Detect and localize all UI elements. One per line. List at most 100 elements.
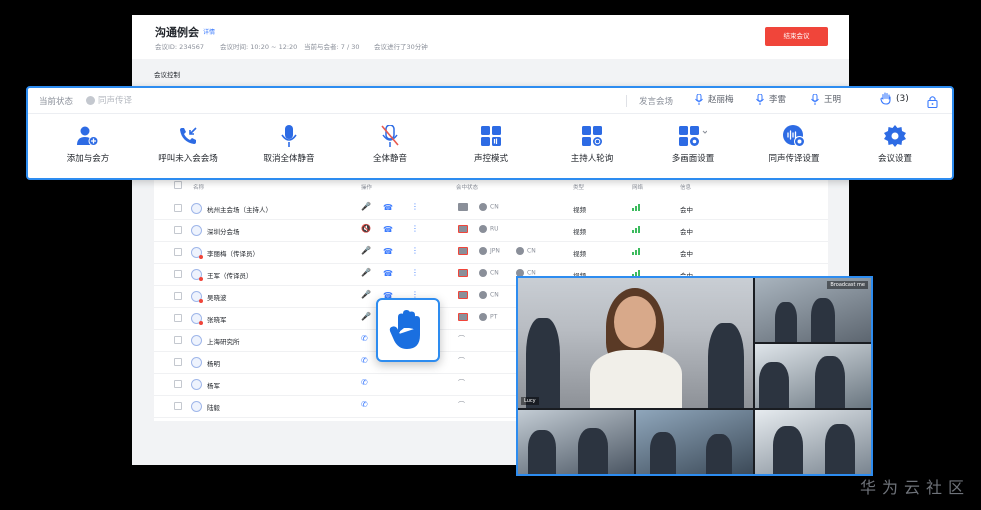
unmute-all-button[interactable]: 取消全体静音 bbox=[239, 124, 339, 170]
participant-name: 李丽梅（传译员） bbox=[207, 250, 259, 258]
participant bbox=[528, 430, 556, 474]
globe-icon bbox=[479, 313, 487, 321]
hangup-icon[interactable]: ☎ bbox=[383, 225, 393, 234]
table-row[interactable]: 深圳分会场 🔇 ☎ ⋮ RU 视频 会中 bbox=[154, 220, 828, 242]
row-checkbox[interactable] bbox=[174, 204, 182, 212]
more-icon[interactable]: ⋮ bbox=[411, 246, 419, 255]
language-tag: CN bbox=[479, 269, 499, 277]
hangup-icon: ⌒ bbox=[458, 401, 465, 409]
call-icon[interactable]: ✆ bbox=[361, 378, 368, 387]
language-tag: CN bbox=[479, 291, 499, 299]
voice-control-icon bbox=[441, 124, 541, 148]
table-row[interactable]: 杭州主会场（主持人） 🎤 ☎ ⋮ CN 视频 会中 bbox=[154, 198, 828, 220]
interpretation-settings-button[interactable]: 同声传译设置 bbox=[744, 124, 844, 170]
microphone-icon bbox=[756, 93, 764, 105]
call-icon[interactable]: ✆ bbox=[361, 356, 368, 365]
avatar bbox=[191, 335, 202, 346]
lock-icon[interactable] bbox=[927, 93, 938, 112]
globe-icon bbox=[479, 269, 487, 277]
select-all-checkbox[interactable] bbox=[174, 181, 182, 189]
row-checkbox[interactable] bbox=[174, 336, 182, 344]
avatar bbox=[191, 225, 202, 236]
video-tile[interactable] bbox=[755, 344, 871, 408]
control-label: 取消全体静音 bbox=[263, 154, 315, 164]
call-icon[interactable]: ✆ bbox=[361, 334, 368, 343]
elapsed-time: 会议进行了30分钟 bbox=[374, 43, 428, 51]
raise-hand-icon bbox=[389, 310, 420, 349]
participant-name: 上海研究所 bbox=[207, 338, 240, 346]
globe-icon bbox=[86, 96, 95, 105]
add-participant-button[interactable]: 添加与会方 bbox=[38, 124, 138, 170]
language-code: CN bbox=[527, 247, 536, 255]
row-checkbox[interactable] bbox=[174, 358, 182, 366]
more-icon[interactable]: ⋮ bbox=[411, 202, 419, 211]
interpretation-icon bbox=[744, 124, 844, 148]
language-tag: PT bbox=[479, 313, 497, 321]
language-code: RU bbox=[490, 225, 499, 233]
language-tag: CN bbox=[516, 247, 536, 255]
speaker-item: 李雷 bbox=[756, 93, 786, 105]
call-icon[interactable]: ✆ bbox=[361, 400, 368, 409]
microphone-icon[interactable]: 🎤 bbox=[361, 246, 371, 255]
more-icon[interactable]: ⋮ bbox=[411, 268, 419, 277]
row-checkbox[interactable] bbox=[174, 270, 182, 278]
participant bbox=[825, 424, 855, 474]
participant-name: 张晓军 bbox=[207, 316, 227, 324]
avatar bbox=[191, 379, 202, 390]
hangup-icon[interactable]: ☎ bbox=[383, 247, 393, 256]
end-meeting-button[interactable]: 结束会议 bbox=[765, 27, 828, 46]
microphone-icon[interactable]: 🎤 bbox=[361, 312, 371, 321]
participant-name-label: Lucy bbox=[521, 397, 539, 405]
row-checkbox[interactable] bbox=[174, 380, 182, 388]
participant-name: 陆毅 bbox=[207, 404, 220, 412]
language-code: CN bbox=[490, 269, 499, 277]
microphone-icon[interactable]: 🎤 bbox=[361, 268, 371, 277]
column-header[interactable]: 名称 bbox=[193, 183, 204, 191]
microphone-muted-icon[interactable]: 🔇 bbox=[361, 224, 371, 233]
background-person bbox=[708, 323, 744, 408]
column-header: 类型 bbox=[573, 185, 585, 191]
host-poll-button[interactable]: 主持人轮询 bbox=[542, 124, 642, 170]
current-state-label: 当前状态 bbox=[39, 97, 74, 107]
hangup-icon[interactable]: ☎ bbox=[383, 269, 393, 278]
row-checkbox[interactable] bbox=[174, 248, 182, 256]
row-checkbox[interactable] bbox=[174, 314, 182, 322]
participant-name: 吴晓波 bbox=[207, 294, 227, 302]
microphone-icon[interactable]: 🎤 bbox=[361, 202, 371, 211]
control-label: 声控模式 bbox=[473, 154, 508, 164]
more-icon[interactable]: ⋮ bbox=[411, 224, 419, 233]
status-dot bbox=[199, 299, 203, 303]
video-tile[interactable] bbox=[518, 410, 634, 474]
row-checkbox[interactable] bbox=[174, 402, 182, 410]
call-missed-icon bbox=[138, 124, 238, 148]
participant-name: 杨军 bbox=[207, 382, 220, 390]
multi-screen-button[interactable]: 多画面设置 bbox=[643, 124, 743, 170]
type-cell: 视频 bbox=[573, 228, 586, 236]
speaker-name: 王明 bbox=[824, 95, 842, 105]
participant bbox=[706, 434, 732, 474]
status-dot bbox=[199, 255, 203, 259]
row-checkbox[interactable] bbox=[174, 226, 182, 234]
row-checkbox[interactable] bbox=[174, 292, 182, 300]
video-tile-main[interactable]: Lucy bbox=[518, 278, 753, 408]
participant-count: 当前与会者: 7 / 30 bbox=[304, 43, 360, 51]
meeting-settings-button[interactable]: 会议设置 bbox=[845, 124, 945, 170]
hangup-icon[interactable]: ☎ bbox=[383, 203, 393, 212]
raise-hand-card[interactable] bbox=[376, 298, 440, 362]
mute-all-button[interactable]: 全体静音 bbox=[340, 124, 440, 170]
control-label: 主持人轮询 bbox=[570, 154, 614, 164]
call-missed-button[interactable]: 呼叫未入会会场 bbox=[138, 124, 238, 170]
type-cell: 视频 bbox=[573, 250, 586, 258]
globe-icon bbox=[479, 203, 487, 211]
detail-link[interactable]: 详情 bbox=[203, 27, 215, 36]
divider bbox=[626, 95, 627, 107]
video-tile[interactable] bbox=[755, 410, 871, 474]
raised-hands-button[interactable]: (3) bbox=[880, 92, 909, 105]
video-tile[interactable] bbox=[636, 410, 753, 474]
video-tile[interactable]: Broadcast me bbox=[755, 278, 871, 342]
column-header: 会中状态 bbox=[456, 185, 479, 191]
table-row[interactable]: 李丽梅（传译员） 🎤 ☎ ⋮ JPN CN 视频 会中 bbox=[154, 242, 828, 264]
microphone-icon[interactable]: 🎤 bbox=[361, 290, 371, 299]
language-code: JPN bbox=[490, 247, 500, 255]
voice-control-button[interactable]: 声控模式 bbox=[441, 124, 541, 170]
